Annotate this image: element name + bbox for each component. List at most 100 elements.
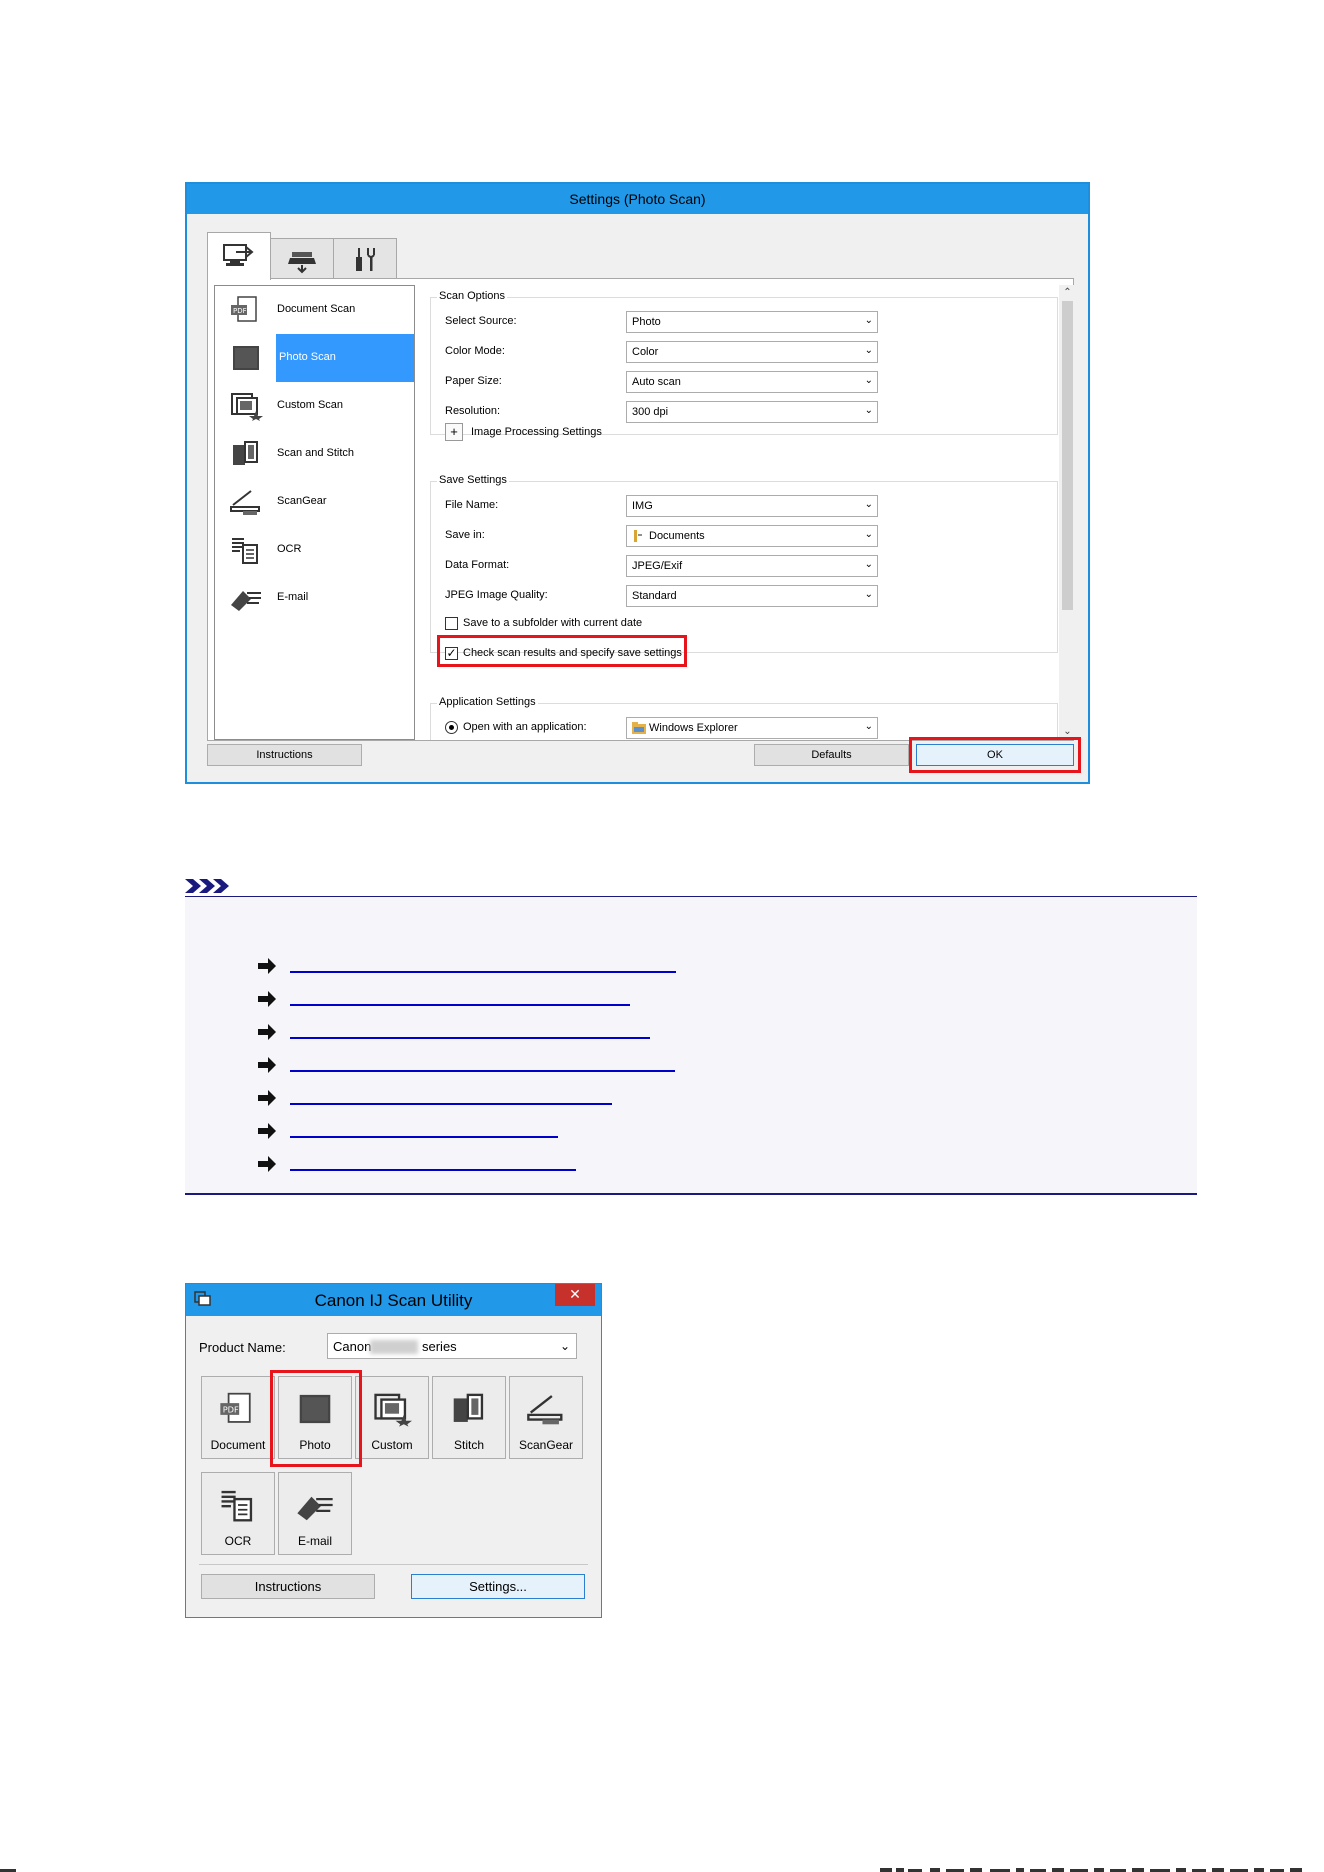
tile-label: E-mail — [297, 1534, 332, 1548]
custom-scan-icon — [374, 1393, 412, 1427]
scan-from-computer-icon — [223, 243, 254, 266]
subfolder-checkbox[interactable] — [445, 617, 458, 630]
stitch-tile-button[interactable]: Stitch — [432, 1376, 506, 1459]
settings-button[interactable]: Settings... — [411, 1574, 585, 1599]
tab-scan-from-computer[interactable] — [207, 232, 271, 280]
save-in-dropdown[interactable]: Documents ⌄ — [626, 525, 878, 547]
tab-scan-from-operation-panel[interactable] — [270, 238, 334, 280]
color-mode-dropdown[interactable]: Color ⌄ — [626, 341, 878, 363]
data-format-dropdown[interactable]: JPEG/Exif ⌄ — [626, 555, 878, 577]
select-source-dropdown[interactable]: Photo ⌄ — [626, 311, 878, 333]
list-item-email[interactable]: E-mail — [215, 574, 414, 622]
chevron-down-icon: ⌄ — [864, 559, 873, 570]
application-settings-group: Application Settings Open with an applic… — [430, 696, 1058, 740]
note-divider — [185, 1193, 1197, 1195]
link-underline — [290, 1070, 675, 1072]
product-name-label: Product Name: — [199, 1340, 286, 1355]
scan-type-list: PDF Document Scan Photo Scan Custom Scan… — [214, 285, 415, 740]
dialog-footer: Instructions Defaults OK — [193, 736, 1082, 776]
paper-size-dropdown[interactable]: Auto scan ⌄ — [626, 371, 878, 393]
dropdown-value: JPEG/Exif — [632, 560, 683, 572]
folder-icon — [634, 530, 642, 542]
list-item-label: ScanGear — [277, 495, 327, 507]
note-body — [185, 897, 1197, 1193]
settings-body: PDF Document Scan Photo Scan Custom Scan… — [207, 278, 1076, 741]
link-underline — [290, 1136, 558, 1138]
field-label: JPEG Image Quality: — [445, 589, 548, 601]
group-title: Save Settings — [437, 474, 509, 486]
utility-body: Product Name: Canon series ⌄ PDF Documen… — [191, 1316, 596, 1612]
list-item-label: E-mail — [277, 591, 309, 603]
ocr-tile-button[interactable]: OCR — [201, 1472, 275, 1555]
custom-scan-icon — [231, 393, 263, 421]
list-item-scan-and-stitch[interactable]: Scan and Stitch — [215, 430, 414, 478]
note-header — [185, 879, 1197, 896]
custom-tile-button[interactable]: Custom — [355, 1376, 429, 1459]
dropdown-value: Windows Explorer — [649, 722, 738, 734]
file-name-row: File Name: IMG ⌄ — [445, 495, 1045, 517]
document-tile-button[interactable]: PDF Document — [201, 1376, 275, 1459]
divider — [199, 1564, 588, 1565]
select-source-row: Select Source: Photo ⌄ — [445, 311, 1045, 333]
highlight-check-results — [437, 635, 687, 667]
tile-label: Stitch — [453, 1438, 484, 1452]
scrollbar-thumb[interactable] — [1062, 301, 1073, 610]
field-label: File Name: — [445, 499, 499, 511]
save-settings-group: Save Settings File Name: IMG ⌄ Save in: — [430, 474, 1058, 667]
instructions-button[interactable]: Instructions — [207, 744, 362, 766]
arrow-right-icon — [258, 1123, 276, 1139]
cropped-text-fragment — [0, 1868, 1302, 1872]
defaults-button[interactable]: Defaults — [754, 744, 909, 766]
settings-pane[interactable]: Scan Options Select Source: Photo ⌄ Colo… — [424, 285, 1076, 740]
resolution-dropdown[interactable]: 300 dpi ⌄ — [626, 401, 878, 423]
scangear-tile-button[interactable]: ScanGear — [509, 1376, 583, 1459]
list-item-ocr[interactable]: OCR — [215, 526, 414, 574]
window-title: Canon IJ Scan Utility — [314, 1291, 473, 1310]
vertical-scrollbar[interactable]: ⌃ ⌄ — [1059, 285, 1076, 740]
stitch-icon — [453, 1393, 484, 1422]
note-icon — [185, 879, 229, 893]
tile-label: OCR — [224, 1534, 252, 1548]
resolution-row: Resolution: 300 dpi ⌄ — [445, 401, 1045, 423]
file-name-combobox[interactable]: IMG ⌄ — [626, 495, 878, 517]
jpeg-quality-dropdown[interactable]: Standard ⌄ — [626, 585, 878, 607]
chevron-down-icon: ⌄ — [864, 589, 873, 600]
ocr-icon — [221, 1490, 253, 1522]
field-label: Save in: — [445, 529, 485, 541]
photo-icon — [233, 346, 259, 370]
windows-explorer-icon — [632, 722, 646, 734]
chevron-down-icon: ⌄ — [864, 721, 873, 732]
ocr-icon — [232, 538, 258, 564]
jpeg-quality-row: JPEG Image Quality: Standard ⌄ — [445, 585, 1045, 607]
list-item-scangear[interactable]: ScanGear — [215, 478, 414, 526]
link-underline — [290, 1103, 612, 1105]
product-name-dropdown[interactable]: Canon series ⌄ — [327, 1333, 577, 1359]
tab-general-settings[interactable] — [333, 238, 397, 280]
chevron-down-icon: ⌄ — [864, 375, 873, 386]
expand-label: Image Processing Settings — [471, 426, 602, 438]
highlight-photo-tile — [270, 1370, 362, 1467]
link-underline — [290, 1169, 576, 1171]
expand-button[interactable]: + — [445, 423, 463, 441]
instructions-button[interactable]: Instructions — [201, 1574, 375, 1599]
list-item-photo-scan[interactable]: Photo Scan — [215, 334, 414, 382]
close-icon[interactable]: ✕ — [555, 1284, 595, 1306]
scroll-up-icon[interactable]: ⌃ — [1059, 285, 1076, 301]
highlight-ok-button — [909, 737, 1081, 773]
arrow-right-icon — [258, 1057, 276, 1073]
tile-label: ScanGear — [518, 1438, 574, 1452]
list-item-document-scan[interactable]: PDF Document Scan — [215, 286, 414, 334]
svg-text:PDF: PDF — [233, 307, 247, 315]
color-mode-row: Color Mode: Color ⌄ — [445, 341, 1045, 363]
scan-from-operation-panel-icon — [288, 251, 316, 273]
dropdown-value: Color — [632, 346, 659, 358]
chevron-down-icon: ⌄ — [559, 1339, 570, 1353]
open-with-radio[interactable] — [445, 721, 458, 734]
email-tile-button[interactable]: E-mail — [278, 1472, 352, 1555]
dropdown-value: Documents — [649, 530, 705, 542]
subfolder-row: Save to a subfolder with current date — [445, 613, 1045, 635]
dropdown-value: Standard — [632, 590, 677, 602]
list-item-custom-scan[interactable]: Custom Scan — [215, 382, 414, 430]
arrow-right-icon — [258, 958, 276, 974]
list-item-label: OCR — [277, 543, 302, 555]
